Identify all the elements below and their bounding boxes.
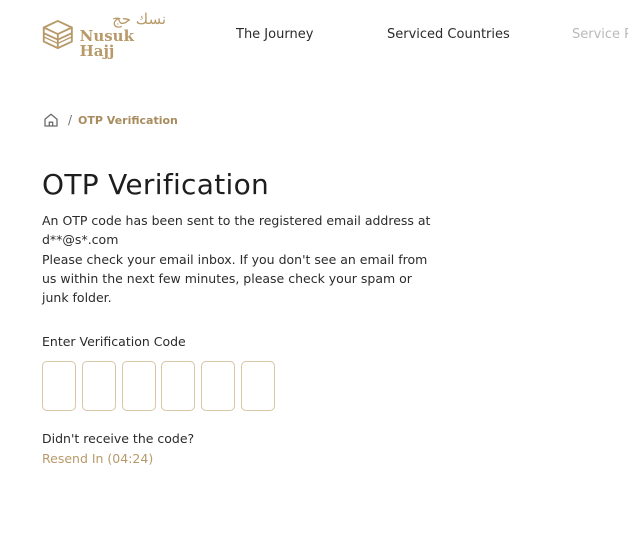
logo-arabic-text: نسك حج <box>112 9 166 28</box>
otp-description: An OTP code has been sent to the registe… <box>42 211 462 307</box>
breadcrumb-separator: / <box>68 113 73 127</box>
otp-page: نسك حج Nusuk Hajj The Journey Serviced C… <box>0 0 628 544</box>
description-line: us within the next few minutes, please c… <box>42 270 412 286</box>
logo-english-text: Nusuk Hajj <box>79 26 134 60</box>
nav-serviced-countries[interactable]: Serviced Countries <box>387 27 510 42</box>
verification-code-label: Enter Verification Code <box>42 334 186 349</box>
breadcrumb: / OTP Verification <box>43 112 178 128</box>
otp-digit-2-input[interactable] <box>82 361 116 411</box>
masked-email: d**@s*.com <box>42 232 119 248</box>
home-icon[interactable] <box>43 112 59 128</box>
didnt-receive-text: Didn't receive the code? <box>42 431 195 446</box>
resend-code-link[interactable]: Resend In (04:24) <box>42 451 153 466</box>
otp-digit-6-input[interactable] <box>241 361 275 411</box>
kaaba-logo-icon <box>42 20 73 50</box>
description-line: Please check your email inbox. If you do… <box>42 251 428 267</box>
nav-service-providers[interactable]: Service P <box>572 27 628 42</box>
otp-digit-4-input[interactable] <box>161 361 195 411</box>
otp-digit-3-input[interactable] <box>122 361 156 411</box>
nav-the-journey[interactable]: The Journey <box>236 27 313 42</box>
site-header: نسك حج Nusuk Hajj The Journey Serviced C… <box>0 0 628 70</box>
otp-digit-1-input[interactable] <box>42 361 76 411</box>
breadcrumb-current: OTP Verification <box>78 113 178 127</box>
otp-digit-5-input[interactable] <box>201 361 235 411</box>
description-line: An OTP code has been sent to the registe… <box>42 213 431 228</box>
nusuk-hajj-logo[interactable]: نسك حج Nusuk Hajj <box>40 9 168 58</box>
page-title: OTP Verification <box>42 168 270 201</box>
description-line: junk folder. <box>42 290 112 306</box>
